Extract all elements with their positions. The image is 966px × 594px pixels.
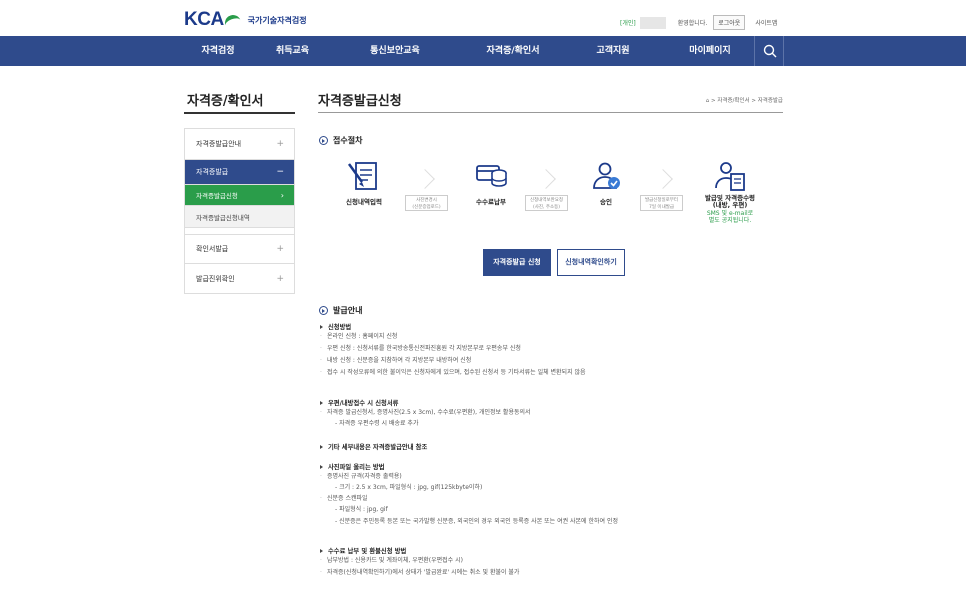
step-approve: 승인 [580,160,632,206]
logo-swoosh-icon [225,13,243,27]
sidebar-subitem-issue-history[interactable]: 자격증발급신청내역 [185,206,294,228]
section-title: 접수절차 [333,136,363,145]
list-item: 내방 신청 : 신분증을 지참하여 각 지방본부 내방하여 신청 [320,355,586,367]
group-title: 수수료 납부 및 환불신청 방법 [320,546,519,555]
chevron-right-icon [653,169,673,189]
section-title: 발급안내 [333,306,363,315]
plus-icon: + [276,244,284,254]
step-label: 승인 [600,198,612,206]
logo-text: KCA [184,9,224,30]
form-pen-icon [347,162,377,190]
nav-item-support[interactable]: 고객지원 [578,36,648,66]
guide-group-fee-refund: 수수료 납부 및 환불신청 방법 납부방법 : 신용카드 및 계좌이체, 우편환… [320,546,519,579]
kca-logo[interactable]: KCA 국가기술자격검정 [184,9,307,30]
apply-certificate-button[interactable]: 자격증발급 신청 [483,249,551,276]
step-note-box: 사진변경시 (신분증업로드) [405,195,448,211]
breadcrumb: ⌂ > 자격증/확인서 > 자격증발급 [705,98,783,104]
nav-item-security-education[interactable]: 통신보안교육 [345,36,445,66]
list-item: 납부방법 : 신용카드 및 계좌이체, 우편환(우편접수 시) [320,555,519,567]
plus-icon: + [276,273,284,284]
step-sms-note: SMS 및 e-mail로 별도 공지됩니다. [706,210,754,224]
chevron-right-icon: › [280,190,284,200]
list-item: 증명사진 규격(자격증 출력용) [320,471,618,483]
circle-arrow-icon [319,136,328,145]
sidebar-item-confirmation[interactable]: 확인서발급 + [185,234,294,264]
step-note-box: 발급신청일로부터 7일 이내발급 [640,195,683,211]
list-item: 자격증(신청내역확인하기)에서 상태가 '발급완료' 시에는 취소 및 환불이 … [320,567,519,579]
sidebar-item-label: 자격증발급안내 [196,140,242,148]
sidebar-menu: 자격증발급안내 + 자격증발급 − 자격증발급신청 › 자격증발급신청내역 확인서발급… [184,128,295,294]
list-detail: - 크기 : 2.5 x 3cm, 파일형식 : jpg, gif(125kby… [335,484,483,491]
step-label: 발급및 자격증수령 (내방, 우편) [704,194,756,209]
greeting: 환영합니다. [677,20,708,27]
sidebar-subitem-label: 자격증발급신청 [196,192,238,200]
group-title: 우편/내방접수 시 신청서류 [320,398,531,407]
nav-item-education[interactable]: 취득교육 [255,36,330,66]
minus-icon: − [276,167,284,177]
card-stack-icon [476,165,507,187]
top-bar: KCA 국가기술자격검정 [개인] 환영합니다. 로그아웃 사이트맵 [0,0,966,36]
sidebar-item-label: 확인서발급 [196,245,229,253]
step-fee: 수수료납부 [465,160,517,206]
section-header-process: 접수절차 [319,135,362,146]
org-name: 국가기술자격검정 [247,15,307,25]
list-detail: - 파일형식 : jpg, gif [335,506,388,513]
logout-button[interactable]: 로그아웃 [713,15,746,30]
masked-user-name [639,16,666,29]
step-note-box: 신청내역보완요청 (사진, 주소등) [525,195,568,211]
search-button[interactable] [754,36,784,66]
nav-item-exam[interactable]: 자격검정 [183,36,253,66]
sitemap-link[interactable]: 사이트맵 [755,18,777,27]
step-label: 수수료납부 [476,198,506,206]
user-name: [개인] [620,20,636,27]
sidebar-title: 자격증/확인서 [187,94,264,109]
group-title: 기타 세부내용은 자격증발급안내 참조 [320,442,427,451]
list-detail: - 신분증은 주민등록 등본 또는 국가발행 신분증, 외국인의 경우 외국인 … [335,518,618,525]
guide-group-apply-method: 신청방법 온라인 신청 : 홈페이지 신청 우편 신청 : 신청서류를 한국방송… [320,322,586,379]
search-icon [763,44,777,58]
step-receive: 발급및 자격증수령 (내방, 우편) SMS 및 e-mail로 별도 공지됩니… [695,160,765,224]
list-item: 온라인 신청 : 홈페이지 신청 [320,331,586,343]
title-divider [318,112,783,113]
main-nav: 자격검정 취득교육 통신보안교육 자격증/확인서 고객지원 마이페이지 [0,36,966,66]
sidebar-item-label: 발급진위확인 [196,274,235,283]
step-label: 신청내역입력 [346,198,382,206]
group-title: 사진파일 올리는 방법 [320,462,618,471]
user-check-icon [593,162,620,189]
plus-icon: + [276,139,284,149]
page-title: 자격증발급신청 [318,94,402,109]
user-area: [개인] 환영합니다. 로그아웃 사이트맵 [620,15,777,30]
list-item: 접수 시 작성오류에 의한 불이익은 신청자에게 있으며, 접수된 신청서 등 … [320,367,586,379]
nav-item-mypage[interactable]: 마이페이지 [670,36,750,66]
guide-group-other: 기타 세부내용은 자격증발급안내 참조 [320,442,427,451]
sidebar-item-issue-guide[interactable]: 자격증발급안내 + [185,129,294,160]
guide-group-documents: 우편/내방접수 시 신청서류 자격증 발급신청서, 증명사진(2.5 x 3cm… [320,398,531,429]
list-detail: - 자격증 우편수령 시 배송료 추가 [335,420,419,427]
chevron-right-icon [536,169,556,189]
nav-item-certificate[interactable]: 자격증/확인서 [468,36,558,66]
sidebar-title-divider [184,112,295,114]
sidebar-item-label: 자격증발급 [196,168,229,176]
section-header-guide: 발급안내 [319,305,362,316]
group-title: 신청방법 [320,322,586,331]
list-item: 우편 신청 : 신청서류를 한국방송통신전파진흥원 각 지방본부로 우편송부 신… [320,343,586,355]
sidebar-subitem-issue-apply[interactable]: 자격증발급신청 › [185,185,294,206]
sidebar-item-issue[interactable]: 자격증발급 − [185,160,294,185]
sidebar-item-verify[interactable]: 발급진위확인 + [185,264,294,294]
user-document-icon [715,162,745,191]
check-history-button[interactable]: 신청내역확인하기 [557,249,625,276]
guide-group-photo: 사진파일 올리는 방법 증명사진 규격(자격증 출력용) - 크기 : 2.5 … [320,462,618,527]
chevron-right-icon [415,169,435,189]
step-input: 신청내역입력 [338,160,390,206]
list-item: 신분증 스캔파일 [320,493,618,505]
list-item: 자격증 발급신청서, 증명사진(2.5 x 3cm), 수수료(우편환), 개인… [320,407,531,419]
sidebar-subitem-label: 자격증발급신청내역 [196,213,250,222]
circle-arrow-icon [319,306,328,315]
